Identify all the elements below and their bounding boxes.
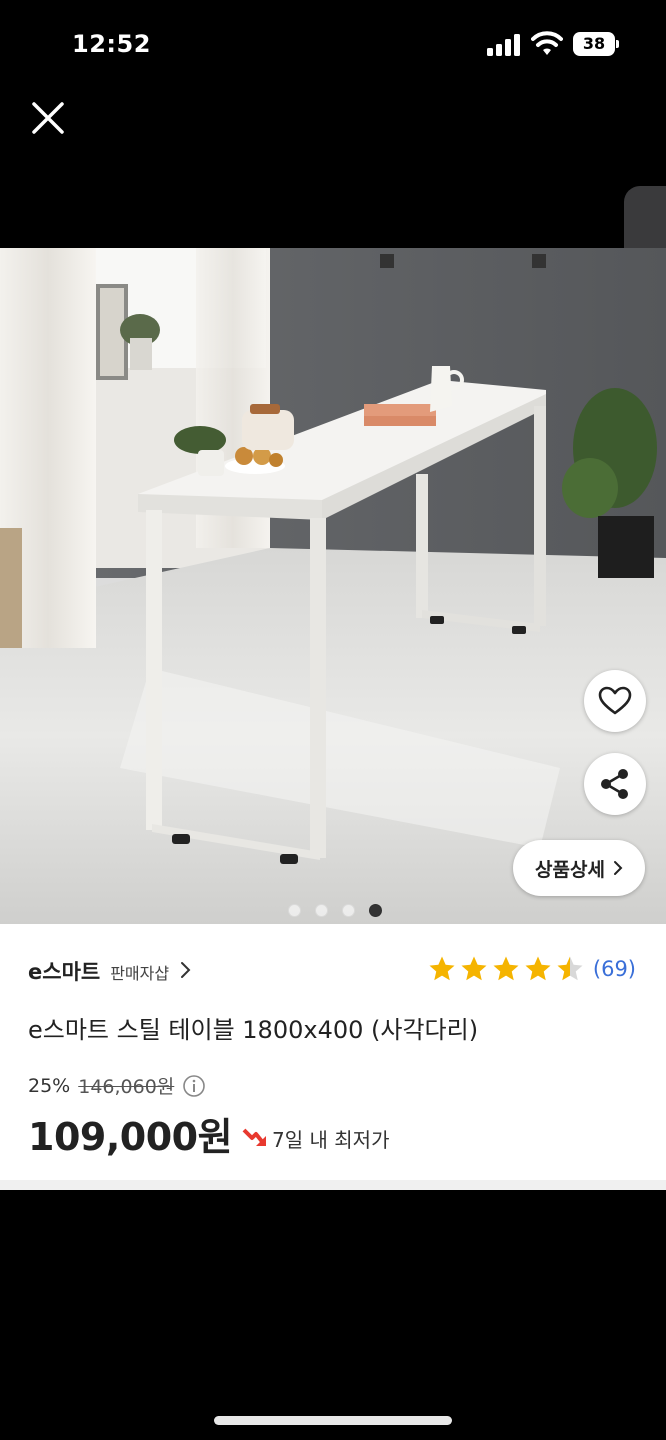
status-time: 12:52	[72, 30, 151, 58]
seller-shop-label: 판매자샵	[110, 964, 170, 983]
half-star-icon	[557, 956, 583, 981]
product-detail-label: 상품상세	[535, 858, 605, 881]
discount-row: 25% 146,060원	[28, 1072, 206, 1099]
product-title: e스마트 스틸 테이블 1800x400 (사각다리)	[28, 1016, 479, 1044]
product-image-carousel[interactable]: 상품상세	[0, 248, 666, 924]
product-info-panel: e스마트 판매자샵 (69) e스마트 스틸 테이블 1800x400 (사각다…	[0, 924, 666, 1180]
cellular-signal-icon	[487, 34, 521, 56]
close-button[interactable]	[26, 96, 70, 140]
home-indicator[interactable]	[214, 1416, 452, 1425]
trend-down-icon	[242, 1128, 267, 1146]
divider	[0, 1180, 666, 1190]
lowest-price-badge: 7일 내 최저가	[242, 1124, 390, 1153]
rating-summary[interactable]: (69)	[427, 954, 636, 984]
carousel-dots	[288, 904, 382, 917]
lowest-price-label: 7일 내 최저가	[272, 1127, 390, 1152]
star-icon	[525, 956, 551, 981]
chevron-right-icon	[613, 861, 623, 875]
status-bar: 12:52 38	[0, 0, 666, 90]
chevron-right-icon	[181, 962, 191, 978]
product-photo	[0, 248, 666, 924]
review-count: (69)	[592, 957, 636, 981]
original-price: 146,060원	[78, 1076, 175, 1098]
carousel-dot-active[interactable]	[369, 904, 382, 917]
wifi-icon	[531, 31, 563, 55]
seller-name: e스마트	[28, 960, 101, 984]
price-row: 109,000원 7일 내 최저가	[28, 1106, 390, 1161]
share-icon	[601, 769, 628, 799]
star-icon	[461, 956, 487, 981]
battery-icon: 38	[573, 32, 619, 56]
seller-shop-link[interactable]: e스마트 판매자샵	[28, 956, 191, 986]
star-icon	[493, 956, 519, 981]
sale-price: 109,000원	[28, 1115, 233, 1159]
heart-icon	[598, 686, 632, 715]
carousel-dot[interactable]	[342, 904, 355, 917]
wishlist-button[interactable]	[584, 670, 646, 732]
carousel-dot[interactable]	[315, 904, 328, 917]
discount-rate: 25%	[28, 1074, 71, 1097]
battery-level: 38	[573, 32, 615, 56]
star-icon	[429, 956, 455, 981]
carousel-dot[interactable]	[288, 904, 301, 917]
share-button[interactable]	[584, 753, 646, 815]
close-icon	[32, 102, 64, 134]
product-detail-button[interactable]: 상품상세	[513, 840, 645, 896]
info-icon[interactable]	[182, 1074, 206, 1098]
